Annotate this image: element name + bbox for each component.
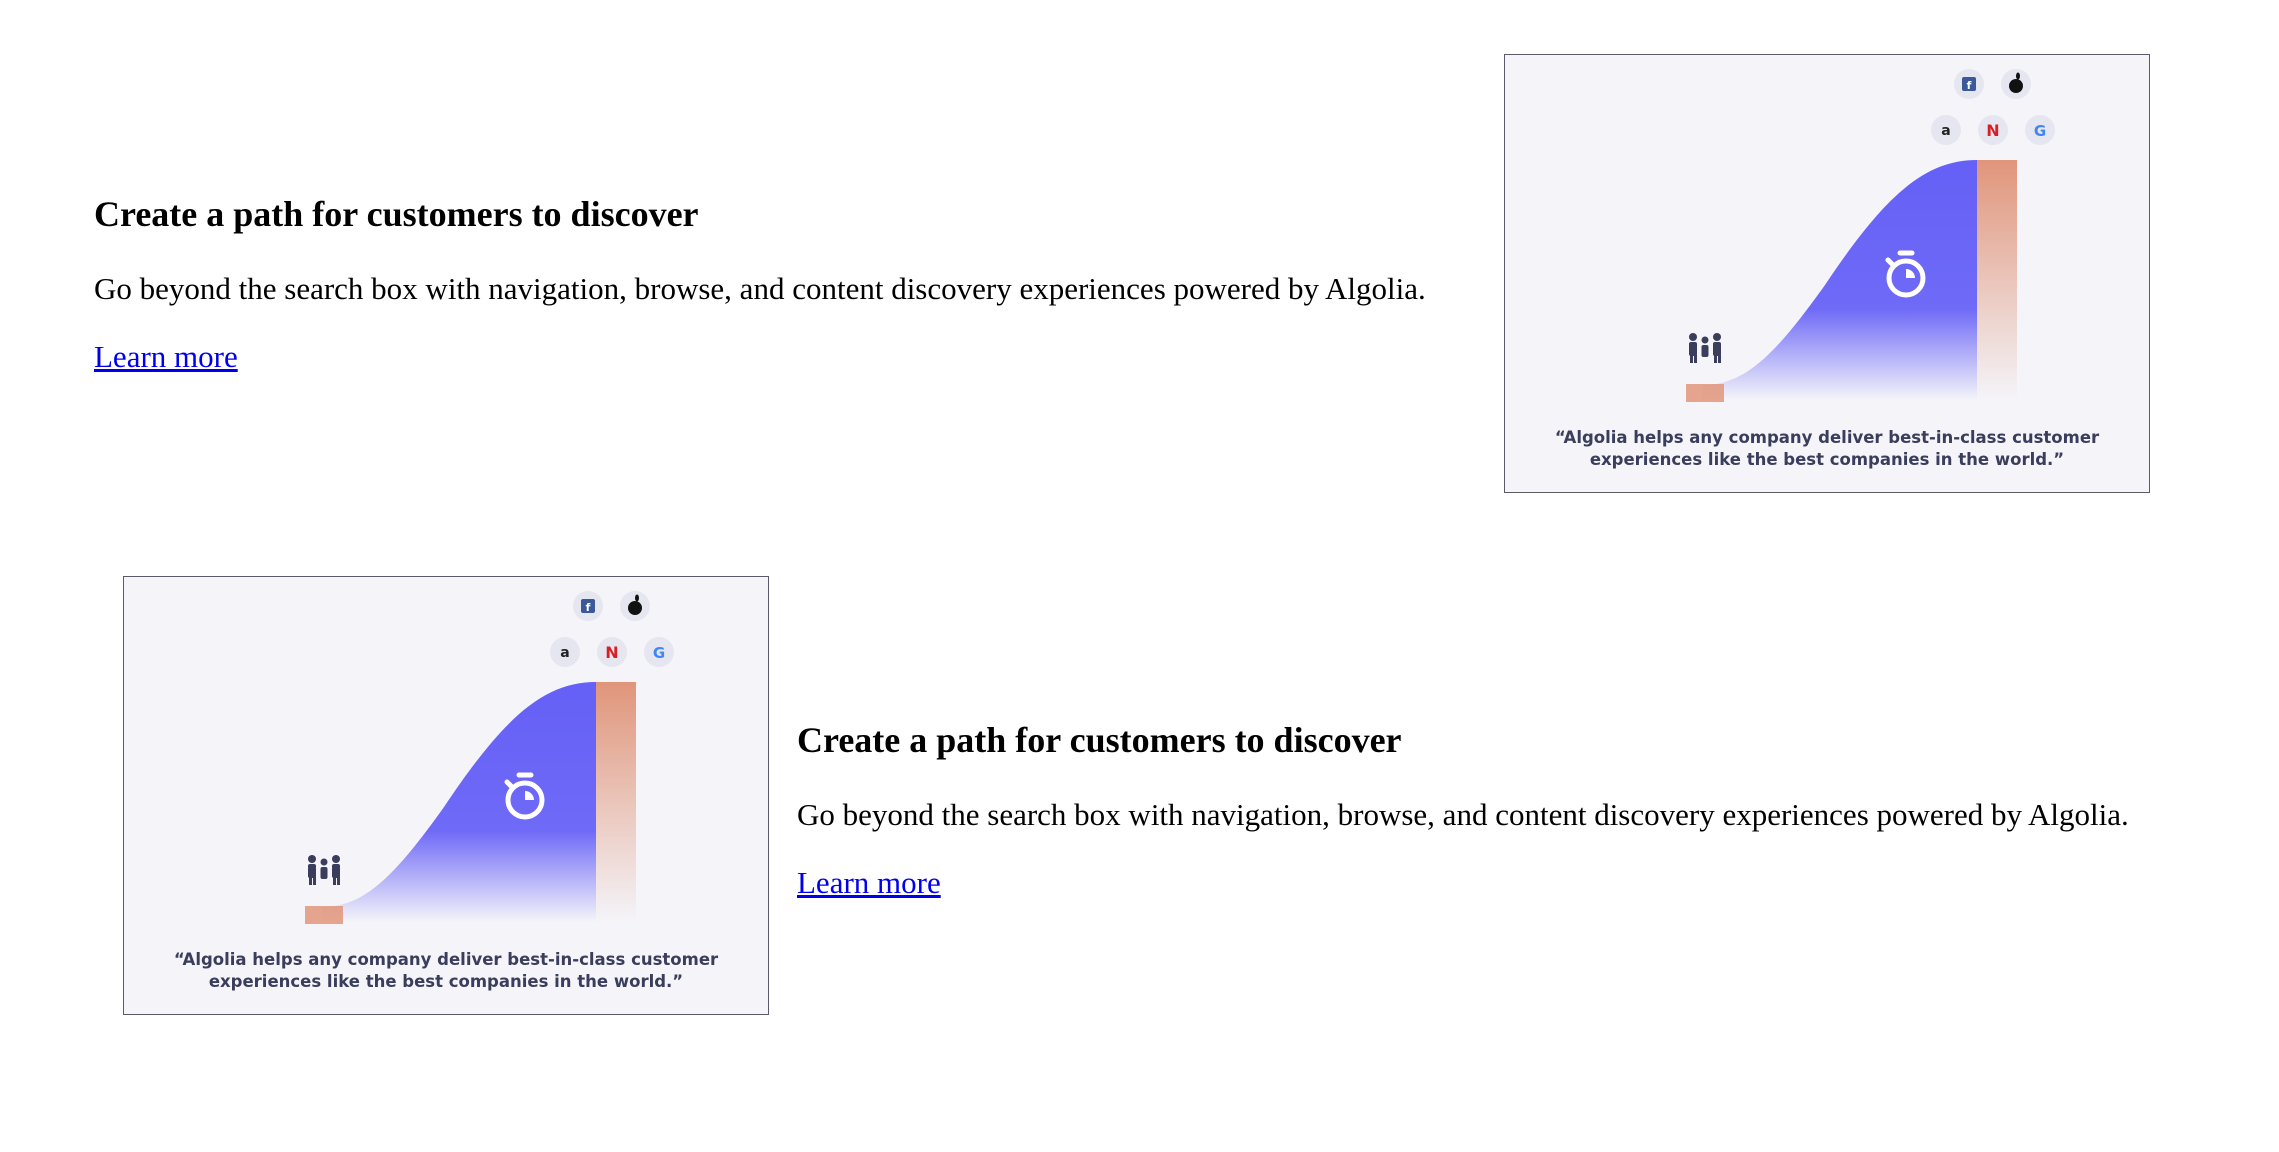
learn-more-link[interactable]: Learn more [94, 337, 238, 377]
svg-text:N: N [1986, 121, 1999, 140]
amazon-icon: a [550, 637, 580, 667]
tall-bar [1977, 160, 2017, 400]
testimonial-quote: “Algolia helps any company deliver best-… [1505, 427, 2149, 471]
small-bar [305, 906, 343, 924]
netflix-icon: N [597, 637, 627, 667]
svg-text:a: a [560, 645, 569, 661]
growth-curve [1703, 160, 1977, 400]
svg-text:f: f [1967, 79, 1972, 92]
amazon-icon: a [1931, 115, 1961, 145]
netflix-icon: N [1978, 115, 2008, 145]
feature-text-1: Create a path for customers to discover … [94, 192, 1494, 377]
svg-text:G: G [653, 644, 665, 662]
testimonial-quote: “Algolia helps any company deliver best-… [124, 949, 768, 993]
svg-text:f: f [586, 601, 591, 614]
quote-line: “Algolia helps any company deliver best-… [173, 950, 719, 969]
quote-line: “Algolia helps any company deliver best-… [1554, 428, 2100, 447]
feature-text-2: Create a path for customers to discover … [797, 718, 2247, 903]
apple-icon [620, 591, 650, 621]
section-description: Go beyond the search box with navigation… [797, 797, 2129, 832]
illustration-card: f a N G “Algolia helps any company deliv… [123, 576, 769, 1015]
quote-line: experiences like the best companies in t… [1589, 450, 2065, 469]
growth-curve [322, 682, 596, 922]
facebook-icon: f [573, 591, 603, 621]
apple-icon [2001, 69, 2031, 99]
google-icon: G [2025, 115, 2055, 145]
learn-more-link[interactable]: Learn more [797, 863, 941, 903]
svg-text:a: a [1941, 123, 1950, 139]
feature-section-2: f a N G “Algolia helps any company deliv… [0, 520, 2279, 1040]
section-heading: Create a path for customers to discover [797, 720, 1402, 760]
svg-text:G: G [2034, 122, 2046, 140]
feature-section-1: Create a path for customers to discover … [0, 0, 2279, 510]
quote-line: experiences like the best companies in t… [208, 972, 684, 991]
people-icon [1689, 333, 1721, 363]
facebook-icon: f [1954, 69, 1984, 99]
people-icon [308, 855, 340, 885]
illustration-card: f a N G “Algolia helps any company deliv… [1504, 54, 2150, 493]
section-description: Go beyond the search box with navigation… [94, 271, 1426, 306]
section-heading: Create a path for customers to discover [94, 194, 699, 234]
tall-bar [596, 682, 636, 922]
small-bar [1686, 384, 1724, 402]
svg-text:N: N [605, 643, 618, 662]
google-icon: G [644, 637, 674, 667]
